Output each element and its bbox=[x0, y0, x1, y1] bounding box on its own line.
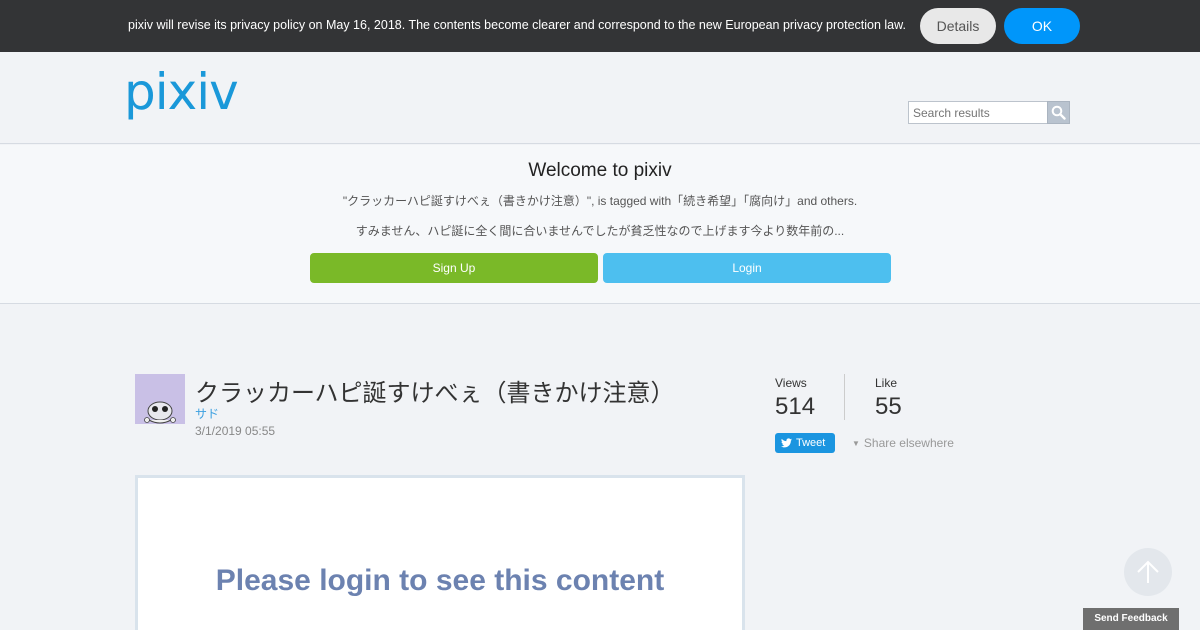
send-feedback-button[interactable]: Send Feedback bbox=[1083, 608, 1179, 630]
tweet-label: Tweet bbox=[796, 437, 826, 449]
twitter-bird-icon bbox=[781, 438, 792, 448]
signup-button[interactable]: Sign Up bbox=[310, 253, 598, 283]
like-count: 55 bbox=[875, 393, 902, 420]
work-title: クラッカーハピ誕すけべぇ（書きかけ注意） bbox=[195, 379, 675, 407]
welcome-section: Welcome to pixiv "クラッカーハピ誕すけべぇ（書きかけ注意）",… bbox=[0, 145, 1200, 304]
stats-divider bbox=[844, 374, 845, 420]
search-button[interactable] bbox=[1047, 101, 1070, 124]
pixiv-logo[interactable]: pixiv bbox=[124, 62, 239, 122]
content-panel: Please login to see this content bbox=[135, 475, 745, 630]
search-input[interactable] bbox=[908, 101, 1048, 124]
privacy-notice-bar: pixiv will revise its privacy policy on … bbox=[0, 0, 1200, 52]
scroll-to-top-button[interactable] bbox=[1124, 548, 1172, 596]
privacy-notice-text: pixiv will revise its privacy policy on … bbox=[128, 18, 906, 32]
author-avatar[interactable] bbox=[135, 374, 185, 424]
arrow-up-icon bbox=[1135, 559, 1161, 585]
share-elsewhere-link[interactable]: ▼ Share elsewhere bbox=[852, 436, 954, 450]
like-label: Like bbox=[875, 376, 898, 390]
caret-down-icon: ▼ bbox=[852, 439, 860, 449]
details-button[interactable]: Details bbox=[920, 8, 996, 44]
post-date: 3/1/2019 05:55 bbox=[195, 424, 276, 438]
author-name-link[interactable]: サド bbox=[195, 405, 219, 422]
views-count: 514 bbox=[775, 393, 816, 420]
tweet-button[interactable]: Tweet bbox=[775, 433, 835, 453]
welcome-title: Welcome to pixiv bbox=[528, 160, 672, 181]
login-required-message: Please login to see this content bbox=[215, 564, 665, 597]
login-button[interactable]: Login bbox=[603, 253, 891, 283]
welcome-description: すみません、ハピ誕に全く間に合いませんでしたが貧乏性なので上げます今より数年前の… bbox=[355, 224, 845, 238]
share-elsewhere-label: Share elsewhere bbox=[863, 436, 954, 450]
site-header: pixiv bbox=[0, 52, 1200, 144]
welcome-tags-line: "クラッカーハピ誕すけべぇ（書きかけ注意）", is tagged with「続… bbox=[342, 194, 858, 208]
views-label: Views bbox=[775, 376, 807, 390]
ok-button[interactable]: OK bbox=[1004, 8, 1080, 44]
search-icon bbox=[1051, 105, 1066, 120]
